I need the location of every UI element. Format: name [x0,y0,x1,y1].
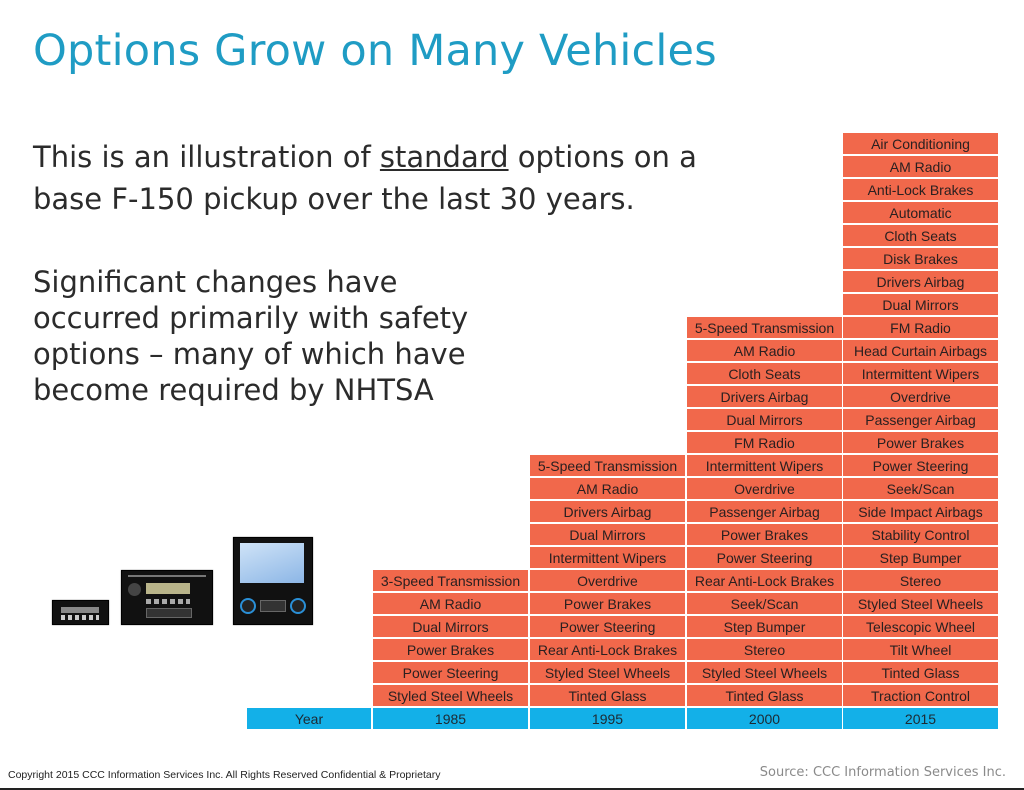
option-cell: Stereo [687,639,844,662]
source-text: Source: CCC Information Services Inc. [759,765,1006,780]
option-cell: Seek/Scan [687,593,844,616]
safety-paragraph: Significant changes have occurred primar… [33,265,469,407]
option-cell: Traction Control [843,685,1000,708]
option-cell: Power Brakes [843,432,1000,455]
option-cell: 5-Speed Transmission [530,455,687,478]
option-cell: Styled Steel Wheels [843,593,1000,616]
option-cell: Side Impact Airbags [843,501,1000,524]
option-cell: Rear Anti-Lock Brakes [530,639,687,662]
option-cell: Power Steering [687,547,844,570]
intro-emphasis: standard [379,140,509,174]
option-cell: 5-Speed Transmission [687,317,844,340]
copyright-text: Copyright 2015 CCC Information Services … [8,769,441,781]
option-cell: Cloth Seats [843,225,1000,248]
option-cell: Stereo [843,570,1000,593]
option-cell: Dual Mirrors [687,409,844,432]
year-row-header: Year [247,708,373,731]
option-cell: AM Radio [687,340,844,363]
year-cell-1995: 1995 [530,708,687,731]
option-cell: AM Radio [373,593,530,616]
option-cell: Intermittent Wipers [687,455,844,478]
radio-1985-icon [52,600,109,625]
touchscreen-infotainment-icon [233,537,313,625]
option-cell: AM Radio [530,478,687,501]
option-cell: AM Radio [843,156,1000,179]
option-cell: Tinted Glass [687,685,844,708]
option-cell: Drivers Airbag [843,271,1000,294]
year-cell-2015: 2015 [843,708,1000,731]
option-cell: Anti-Lock Brakes [843,179,1000,202]
option-cell: Overdrive [530,570,687,593]
option-cell: Step Bumper [843,547,1000,570]
option-cell: Intermittent Wipers [843,363,1000,386]
option-cell: Dual Mirrors [530,524,687,547]
option-cell: Power Brakes [373,639,530,662]
option-cell: Tilt Wheel [843,639,1000,662]
option-cell: Head Curtain Airbags [843,340,1000,363]
option-cell: Tinted Glass [843,662,1000,685]
option-cell: Styled Steel Wheels [373,685,530,708]
option-cell: FM Radio [687,432,844,455]
option-cell: Power Brakes [530,593,687,616]
option-cell: Automatic [843,202,1000,225]
option-cell: Passenger Airbag [843,409,1000,432]
option-cell: Overdrive [687,478,844,501]
option-cell: Overdrive [843,386,1000,409]
option-cell: Step Bumper [687,616,844,639]
option-cell: Rear Anti-Lock Brakes [687,570,844,593]
option-cell: FM Radio [843,317,1000,340]
radio-cassette-icon [121,570,213,625]
option-cell: Power Steering [373,662,530,685]
option-cell: Drivers Airbag [530,501,687,524]
option-cell: Passenger Airbag [687,501,844,524]
option-cell: Power Brakes [687,524,844,547]
option-cell: 3-Speed Transmission [373,570,530,593]
option-cell: Styled Steel Wheels [687,662,844,685]
option-cell: Power Steering [843,455,1000,478]
option-cell: Cloth Seats [687,363,844,386]
intro-text: This is an illustration of standard opti… [33,136,773,220]
option-cell: Stability Control [843,524,1000,547]
option-cell: Power Steering [530,616,687,639]
option-cell: Air Conditioning [843,133,1000,156]
option-cell: Styled Steel Wheels [530,662,687,685]
option-cell: Intermittent Wipers [530,547,687,570]
option-cell: Seek/Scan [843,478,1000,501]
option-cell: Tinted Glass [530,685,687,708]
option-cell: Telescopic Wheel [843,616,1000,639]
intro-before: This is an illustration of [33,140,380,174]
slide-title: Options Grow on Many Vehicles [33,26,717,76]
year-cell-2000: 2000 [687,708,844,731]
option-cell: Drivers Airbag [687,386,844,409]
option-cell: Dual Mirrors [843,294,1000,317]
option-cell: Dual Mirrors [373,616,530,639]
option-cell: Disk Brakes [843,248,1000,271]
year-cell-1985: 1985 [373,708,530,731]
